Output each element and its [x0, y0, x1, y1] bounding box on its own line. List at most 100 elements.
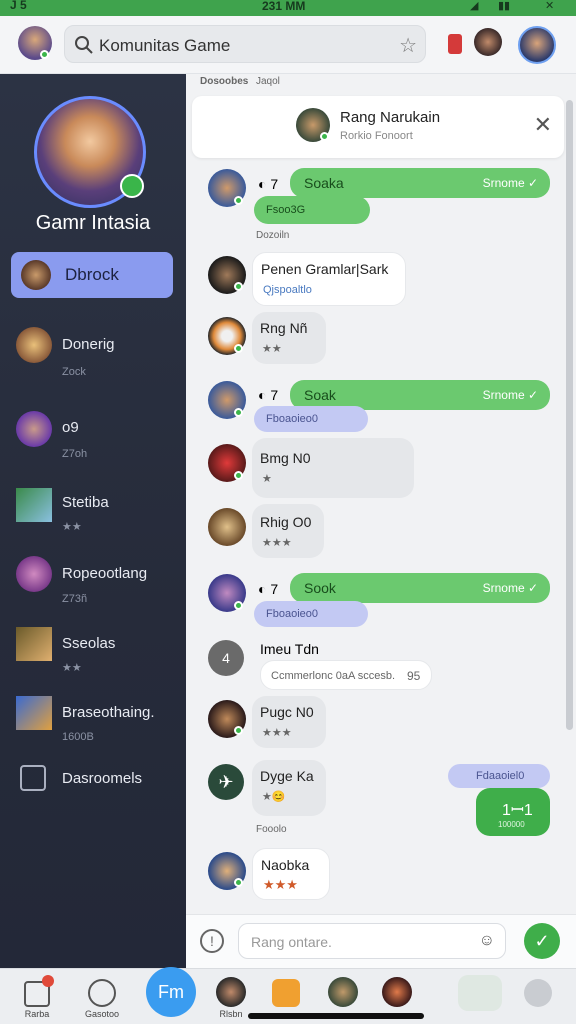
signal-icon: ◢: [470, 0, 479, 12]
tab[interactable]: Dosoobes: [200, 76, 248, 87]
sidebar: Gamr Intasia Dbrock Donerig Zock o9 Z7oh…: [0, 74, 186, 968]
battery-icon: ▮▮: [498, 0, 511, 12]
chat-subtitle: Rorkio Fonoort: [340, 130, 413, 142]
scrollbar[interactable]: [566, 100, 573, 730]
message-note: Dozoiln: [256, 230, 290, 241]
nav-label[interactable]: Gasotoo: [80, 1009, 124, 1019]
sidebar-item-selected[interactable]: Dbrock: [11, 252, 173, 298]
puzzle-icon[interactable]: [524, 979, 552, 1007]
message-tag-text: Fboaoieo0: [266, 608, 318, 620]
notification-icon[interactable]: [448, 34, 462, 54]
message-bubble[interactable]: Soaka Srnome ✓: [290, 168, 550, 198]
sidebar-item-label: Stetiba: [62, 494, 109, 511]
search-input[interactable]: Komunitas Game: [99, 36, 230, 56]
sidebar-item-label: Braseothaing.: [62, 704, 155, 721]
message-sub: ★★★: [262, 537, 292, 549]
tab[interactable]: Jaqol: [256, 76, 280, 87]
profile-name: Gamr Intasia: [35, 212, 151, 234]
message-text: Soak: [304, 387, 336, 403]
message-tag-text: Fdaaoiel0: [476, 770, 525, 782]
message-bubble[interactable]: Rng Nñ ★★: [252, 312, 326, 364]
message-text: Rng Nñ: [260, 320, 308, 336]
sidebar-item-sub: Z73ñ: [62, 593, 88, 605]
message-text: Pugc N0: [260, 704, 314, 720]
message-bubble[interactable]: Pugc N0 ★★★: [252, 696, 326, 748]
chat-panel: Dosoobes Jaqol Rang Narukain Rorkio Fono…: [186, 74, 576, 914]
message-sub: ★★★: [262, 727, 292, 739]
message-bubble[interactable]: Bmg N0 ★: [252, 438, 414, 498]
game-icon: ◐ 7: [258, 387, 279, 403]
box-icon[interactable]: [458, 975, 502, 1011]
message-bubble[interactable]: Rhig O0 ★★★: [252, 504, 324, 558]
message-text: Bmg N0: [260, 450, 311, 466]
contact-avatar[interactable]: [216, 977, 246, 1007]
online-dot: [320, 132, 329, 141]
message-bubble[interactable]: Sook Srnome ✓: [290, 573, 550, 603]
message-tag: Fdaaoiel0: [448, 764, 550, 788]
message-text: Penen Gramlar|Sark: [261, 261, 389, 277]
message-avatar[interactable]: 4: [208, 640, 244, 676]
message-tag: Fsoo3G: [254, 196, 370, 224]
contact-avatar[interactable]: [328, 977, 358, 1007]
home-indicator: [248, 1013, 424, 1019]
send-button[interactable]: ✓: [524, 923, 560, 959]
status-bar: J 5 231 MM ◢ ▮▮ ✕: [0, 0, 576, 16]
message-bubble[interactable]: Naobka ★★★: [252, 848, 330, 900]
online-dot: [234, 196, 243, 205]
message-composer: ! Rang ontare. ☺ ✓: [186, 914, 576, 968]
star-icon[interactable]: ☆: [399, 33, 417, 58]
sidebar-item-label: Dasroomels: [62, 770, 143, 787]
message-bubble[interactable]: Penen Gramlar|Sark Qjspoaltlo: [252, 252, 406, 306]
sidebar-item-label: o9: [62, 419, 79, 436]
sidebar-item-label: Sseolas: [62, 635, 116, 652]
search-bar[interactable]: Komunitas Game ☆: [64, 25, 426, 63]
message-tag: Fboaoieo0: [254, 406, 368, 432]
sidebar-item-label: Dbrock: [65, 265, 119, 284]
message-placeholder: Rang ontare.: [251, 934, 332, 950]
fab-button[interactable]: Fm: [146, 967, 196, 1017]
message-sub: ★: [262, 473, 272, 485]
profile-avatar[interactable]: [518, 26, 556, 64]
online-dot: [234, 601, 243, 610]
message-bubble[interactable]: Dyge Ka ★😊: [252, 760, 326, 816]
message-text: 1ꟷ1: [502, 802, 533, 819]
message-text: Rhig O0: [260, 514, 312, 530]
sidebar-item-avatar: [16, 556, 52, 592]
game-icon: ◐ 7: [258, 581, 279, 597]
nav-label[interactable]: Rarba: [14, 1009, 60, 1019]
message-text: Naobka: [261, 857, 310, 873]
contact-avatar[interactable]: [382, 977, 412, 1007]
bottom-nav: Rarba Gasotoo Fm Rlsbn: [0, 967, 576, 1024]
blocked-icon[interactable]: [88, 979, 116, 1007]
top-bar: Komunitas Game ☆: [0, 16, 576, 74]
gift-icon[interactable]: [272, 979, 300, 1007]
sidebar-item-avatar: [21, 260, 51, 290]
status-left: J 5: [10, 0, 27, 12]
message-meta: Srnome ✓: [482, 388, 538, 402]
message-meta: Srnome ✓: [482, 176, 538, 190]
message-sub: ★★: [262, 343, 282, 355]
sidebar-item-sub: ★★: [62, 521, 82, 533]
info-icon[interactable]: !: [200, 929, 224, 953]
friend-avatar[interactable]: [474, 28, 502, 56]
close-icon[interactable]: ✕: [534, 112, 552, 138]
sidebar-item-avatar: [16, 411, 52, 447]
message-tag-text: Fboaoieo0: [266, 413, 318, 425]
game-icon: ◐ 7: [258, 176, 279, 192]
message-sub: ★★★: [263, 877, 298, 892]
chart-icon: [20, 765, 46, 791]
message-text: Soaka: [304, 175, 344, 191]
message-link[interactable]: Qjspoaltlo: [263, 284, 312, 296]
message-avatar[interactable]: [208, 508, 246, 546]
message-text: Dyge Ka: [260, 768, 314, 784]
message-text: Sook: [304, 580, 336, 596]
emoji-icon[interactable]: ☺: [479, 932, 495, 950]
message-extra: 95: [407, 669, 421, 683]
chat-title: Rang Narukain: [340, 109, 441, 126]
sidebar-item-sub: 1600B: [62, 731, 94, 743]
message-avatar[interactable]: ✈: [208, 764, 244, 800]
message-sub: 100000: [498, 820, 525, 829]
message-input[interactable]: Rang ontare. ☺: [238, 923, 506, 959]
message-bubble[interactable]: Ccmmerlonc 0aA sccesb. 95: [260, 660, 432, 690]
message-bubble[interactable]: 1ꟷ1 100000: [476, 788, 550, 836]
